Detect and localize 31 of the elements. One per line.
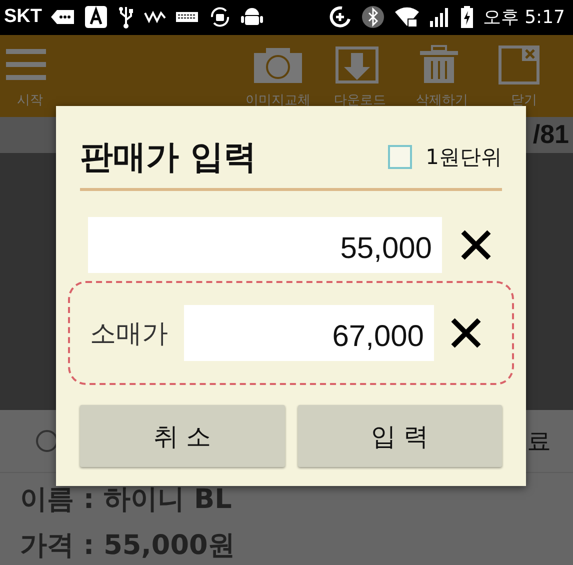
toolbar-label[interactable]: 이미지교체 xyxy=(246,90,310,109)
wifi-lock-icon xyxy=(394,6,420,28)
option-label: 료 xyxy=(527,426,551,457)
product-name: 이름 : 하이니 BL xyxy=(19,482,233,517)
clock: 오후 5:17 xyxy=(482,6,565,30)
toolbar-label[interactable]: 삭제하기 xyxy=(416,90,468,109)
android-sync-icon xyxy=(208,5,232,30)
toolbar-label[interactable]: 시작 xyxy=(17,90,43,109)
keyboard-icon xyxy=(175,10,199,24)
close-icon[interactable] xyxy=(460,229,492,261)
price-field[interactable]: 67,000 xyxy=(184,305,434,361)
checkbox[interactable] xyxy=(388,145,412,169)
dialog-title: 판매가 입력 xyxy=(80,136,256,178)
carrier-label: SKT xyxy=(4,6,42,28)
cancel-button[interactable]: 취 소 xyxy=(80,405,284,467)
bluetooth-icon xyxy=(360,5,385,30)
toolbar-label[interactable]: 다운로드 xyxy=(334,90,386,109)
message-icon xyxy=(51,8,75,26)
signal-icon xyxy=(428,6,451,28)
checkbox-label: 1원단위 xyxy=(426,144,502,171)
price-field[interactable]: 55,000 xyxy=(88,217,442,273)
data-saver-icon xyxy=(328,5,352,30)
page-counter: /81 xyxy=(532,119,569,150)
usb-icon xyxy=(117,5,135,30)
letter-a-icon xyxy=(84,5,108,30)
toolbar-label[interactable]: 닫기 xyxy=(511,90,537,109)
battery-icon xyxy=(460,5,474,30)
close-icon[interactable] xyxy=(450,317,482,349)
field-label: 소매가 xyxy=(90,318,168,350)
product-price: 가격 : 55,000원 xyxy=(19,528,236,563)
enter-button[interactable]: 입 력 xyxy=(298,405,502,467)
